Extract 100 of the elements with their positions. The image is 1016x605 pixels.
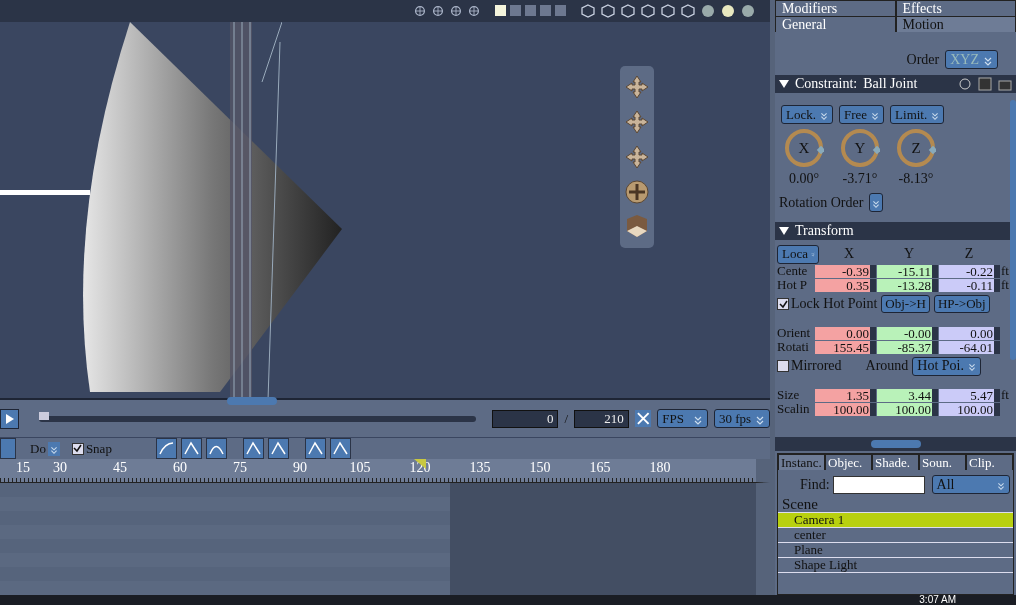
spinner-icon[interactable] [870, 278, 876, 292]
rotation-dial[interactable] [896, 128, 936, 168]
rotation-order-dropdown[interactable] [869, 193, 884, 212]
tree-item[interactable]: Camera 1 [778, 513, 1013, 528]
tree-item[interactable]: Shape Light [778, 558, 1013, 573]
filter-dropdown[interactable]: All [931, 475, 1010, 494]
number-field[interactable]: 0.35 [815, 278, 870, 292]
space-dropdown[interactable]: Loca [777, 244, 819, 264]
number-field[interactable]: 0.00 [815, 326, 870, 340]
spinner-icon[interactable] [870, 388, 876, 402]
key-icon[interactable] [0, 438, 16, 460]
move-icon[interactable] [624, 109, 650, 136]
browser-tab[interactable]: Clip. [966, 454, 1013, 470]
ruler-label: 150 [529, 459, 551, 478]
spinner-icon[interactable] [932, 340, 938, 354]
spinner-icon[interactable] [994, 388, 1000, 402]
peak-icon[interactable] [242, 438, 264, 460]
browser-tab[interactable]: Soun. [919, 454, 966, 470]
mode-dropdown[interactable]: Do [26, 440, 62, 458]
rotation-dial[interactable] [784, 128, 824, 168]
spinner-icon[interactable] [932, 326, 938, 340]
frame-rate-dropdown[interactable]: 30 fps [713, 409, 770, 429]
play-button[interactable] [0, 408, 20, 429]
spinner-icon[interactable] [870, 326, 876, 340]
number-field[interactable]: -0.00 [877, 326, 932, 340]
unit-label: ft [1001, 277, 1009, 293]
row-label: Hot P [777, 277, 808, 293]
mirrored-checkbox[interactable]: Mirrored [777, 358, 842, 374]
play-icon[interactable] [5, 413, 14, 424]
panel-tab[interactable]: General [775, 16, 896, 32]
number-field[interactable]: -85.37 [877, 340, 932, 354]
axis-mode-dropdown[interactable]: Lock. [781, 105, 833, 124]
number-field[interactable]: 155.45 [815, 340, 870, 354]
snap-checkbox[interactable]: Snap [71, 440, 112, 457]
frame-field[interactable]: 0 [492, 409, 559, 428]
rotation-dial[interactable] [840, 128, 880, 168]
caret-icon[interactable] [779, 80, 789, 88]
number-field[interactable]: -0.22 [939, 264, 994, 278]
target-icon[interactable] [958, 77, 972, 91]
panel-tab[interactable]: Effects [895, 0, 1016, 16]
spinner-icon[interactable] [994, 278, 1000, 292]
panel-tab[interactable]: Modifiers [775, 0, 896, 16]
constraint-type-dropdown[interactable]: Ball Joint [863, 76, 918, 92]
spinner-icon[interactable] [870, 340, 876, 354]
slider-thumb[interactable] [39, 411, 50, 420]
axis-mode-dropdown[interactable]: Limit. [890, 105, 945, 124]
hot-point-button[interactable]: HP->Obj [933, 295, 990, 313]
number-field[interactable]: 100.00 [815, 402, 870, 416]
constraint-title[interactable]: Constraint: [795, 76, 858, 92]
peak-icon[interactable] [267, 438, 289, 460]
panel-tab[interactable]: Motion [895, 16, 1016, 32]
arc-icon[interactable] [205, 438, 227, 460]
peak-icon[interactable] [180, 438, 202, 460]
number-field[interactable]: -0.11 [939, 278, 994, 292]
end-frame-field[interactable]: 210 [574, 409, 629, 428]
save-icon[interactable] [978, 77, 992, 91]
move-icon[interactable] [624, 143, 650, 170]
scrollbar[interactable] [1010, 100, 1016, 360]
number-field[interactable]: 5.47 [939, 388, 994, 402]
spinner-icon[interactable] [870, 264, 876, 278]
spinner-icon[interactable] [932, 264, 938, 278]
browser-tab[interactable]: Objec. [825, 454, 872, 470]
tree-item[interactable]: Plane [778, 543, 1013, 558]
spinner-icon[interactable] [932, 278, 938, 292]
browser-tab[interactable]: Shade. [872, 454, 919, 470]
number-field[interactable]: 1.35 [815, 388, 870, 402]
curve-icon[interactable] [155, 438, 177, 460]
caret-icon[interactable] [779, 227, 789, 235]
number-field[interactable]: 100.00 [877, 402, 932, 416]
spinner-icon[interactable] [994, 326, 1000, 340]
find-field[interactable] [832, 475, 925, 494]
spinner-icon[interactable] [932, 388, 938, 402]
rate-mode-dropdown[interactable]: FPS [657, 409, 708, 429]
tree-item[interactable]: center [778, 528, 1013, 543]
splitter-handle[interactable] [870, 440, 921, 448]
spinner-icon[interactable] [932, 402, 938, 416]
number-field[interactable]: -0.39 [815, 264, 870, 278]
spinner-icon[interactable] [994, 264, 1000, 278]
load-icon[interactable] [998, 77, 1012, 91]
spinner-icon[interactable] [994, 402, 1000, 416]
number-field[interactable]: -64.01 [939, 340, 994, 354]
cube-icon[interactable] [624, 213, 650, 240]
number-field[interactable]: 100.00 [939, 402, 994, 416]
spinner-icon[interactable] [870, 402, 876, 416]
axis-mode-dropdown[interactable]: Free [838, 105, 885, 124]
shaded-sphere-icon[interactable] [720, 2, 736, 19]
move-icon[interactable] [624, 74, 650, 101]
lock-hot-point-checkbox[interactable]: Lock Hot Point [777, 296, 878, 312]
plus-icon[interactable] [624, 178, 650, 205]
hot-point-button[interactable]: Obj->H [881, 295, 930, 313]
splitter-handle[interactable] [227, 397, 277, 406]
around-dropdown[interactable]: Hot Poi. [912, 356, 981, 376]
number-field[interactable]: -15.11 [877, 264, 932, 278]
time-slider[interactable] [39, 415, 477, 422]
spinner-icon[interactable] [994, 340, 1000, 354]
browser-tab[interactable]: Instanc. [778, 454, 825, 470]
layout-button[interactable] [495, 5, 506, 17]
number-field[interactable]: -13.28 [877, 278, 932, 292]
number-field[interactable]: 3.44 [877, 388, 932, 402]
number-field[interactable]: 0.00 [939, 326, 994, 340]
